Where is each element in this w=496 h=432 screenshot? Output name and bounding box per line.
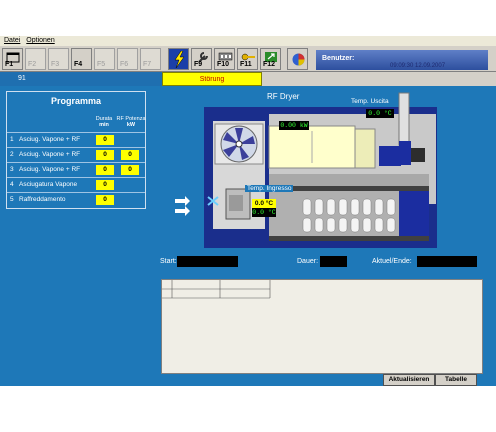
f7-button[interactable]: F7: [140, 48, 161, 70]
f5-button[interactable]: F5: [94, 48, 115, 70]
table-button[interactable]: Tabelle: [435, 374, 477, 386]
status-indicator: 91: [0, 72, 162, 86]
f3-button[interactable]: F3: [48, 48, 69, 70]
program-panel: Programma Durata min RF Potenza kW 1 Asciu…: [6, 91, 146, 209]
scene-title: RF Dryer: [267, 92, 300, 101]
f4-button[interactable]: F4: [71, 48, 92, 70]
f9-button[interactable]: F9: [191, 48, 212, 70]
f8-lightning-button[interactable]: [168, 48, 189, 70]
program-row[interactable]: 2 Asciug. Vapone + RF 0 0: [7, 147, 145, 162]
refresh-button[interactable]: Aktualisieren: [383, 374, 435, 386]
duration-value[interactable]: 0: [96, 150, 114, 160]
program-row[interactable]: 3 Asciug. Vapone + RF 0 0: [7, 162, 145, 177]
pie-chart-icon: [292, 53, 305, 66]
program-row[interactable]: 1 Asciug. Vapone + RF 0: [7, 132, 145, 147]
f11-button[interactable]: F11: [237, 48, 258, 70]
start-field: [177, 256, 238, 267]
program-row[interactable]: 4 Asciugatura Vapone 0: [7, 177, 145, 192]
menu-datei[interactable]: Datei: [4, 37, 20, 44]
rf-dryer-diagram: RF Dryer Temp. Uscita 0.0 °C 0.00 kW Tem…: [163, 91, 438, 249]
f6-button[interactable]: F6: [117, 48, 138, 70]
temp-in-setpoint: 0.0 °C: [252, 199, 276, 208]
dryer-machine-graphic: [175, 92, 437, 248]
temp-out-label: Temp. Uscita: [351, 98, 389, 105]
duration-field: [320, 256, 347, 267]
menu-optionen[interactable]: Optionen: [26, 37, 54, 44]
duration-value[interactable]: 0: [96, 180, 114, 190]
datetime-display: 09:09:30 12.09.2007: [390, 63, 446, 69]
log-table[interactable]: [161, 279, 483, 374]
power-value[interactable]: 0: [121, 150, 139, 160]
f2-button[interactable]: F2: [25, 48, 46, 70]
duration-label: Dauer:: [297, 258, 319, 265]
program-title: Programma: [50, 96, 102, 106]
col-duration-header: Durata min: [95, 116, 113, 128]
current-end-field: [417, 256, 477, 267]
table-grid: [162, 280, 271, 299]
current-end-label: Aktuel/Ende:: [372, 258, 412, 265]
temp-out-value: 0.0 °C: [366, 109, 394, 118]
lightning-icon: [174, 51, 185, 68]
f1-button[interactable]: F1: [2, 48, 23, 70]
duration-value[interactable]: 0: [96, 195, 114, 205]
start-label: Start:: [160, 258, 177, 265]
program-row[interactable]: 5 Raffreddamento 0: [7, 192, 145, 207]
duration-value[interactable]: 0: [96, 165, 114, 175]
f12-button[interactable]: F12: [260, 48, 281, 70]
col-power-header: RF Potenza kW: [116, 116, 146, 128]
chart-button[interactable]: [287, 48, 308, 70]
temp-in-actual: 0.0 °C: [252, 208, 276, 217]
fault-indicator[interactable]: Störung: [162, 72, 262, 86]
duration-value[interactable]: 0: [96, 135, 114, 145]
rf-power-value: 0.00 kW: [279, 121, 309, 130]
f10-button[interactable]: F10: [214, 48, 235, 70]
temp-in-label: Temp. Ingresso: [245, 185, 294, 192]
menu-bar: Datei Optionen: [0, 36, 496, 46]
power-value[interactable]: 0: [121, 165, 139, 175]
